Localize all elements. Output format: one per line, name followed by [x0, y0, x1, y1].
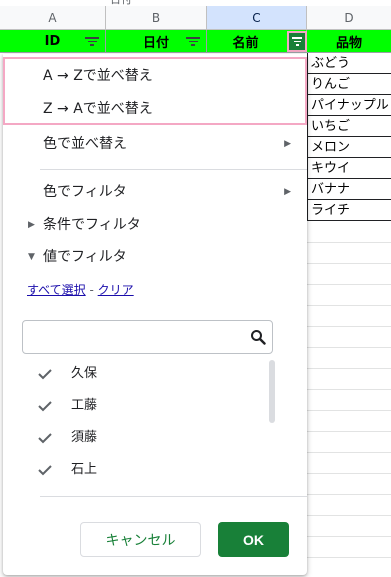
- grid-line: [307, 326, 391, 327]
- cancel-button[interactable]: キャンセル: [80, 522, 201, 557]
- column-header-d[interactable]: D: [307, 6, 391, 30]
- filter-by-color-label: 色でフィルタ: [43, 184, 127, 200]
- header-cell-id[interactable]: ID: [0, 30, 106, 53]
- active-filter-icon[interactable]: [287, 31, 307, 52]
- grid-line: [307, 389, 391, 390]
- grid-line: [307, 284, 391, 285]
- filter-menu: A → Zで並べ替え Z → Aで並べ替え 色で並べ替え ▶ 色でフィルタ ▶ …: [3, 54, 307, 575]
- expand-right-icon: ▶: [28, 220, 35, 230]
- grid-line: [307, 368, 391, 369]
- check-icon: [38, 369, 52, 380]
- filter-icon[interactable]: [186, 35, 200, 47]
- value-option-label: 工藤: [71, 398, 98, 413]
- filter-by-values-label: 値でフィルタ: [43, 249, 127, 265]
- grid-line: [307, 410, 391, 411]
- menu-divider: [40, 169, 307, 170]
- value-option[interactable]: 久保: [3, 358, 263, 390]
- cell-d[interactable]: いちご: [307, 116, 391, 137]
- select-links: すべて選択 - クリア: [27, 281, 134, 298]
- grid-line: [307, 536, 391, 537]
- sort-za-label: Z → Aで並べ替え: [43, 101, 153, 117]
- search-icon: [251, 330, 266, 345]
- check-icon: [38, 401, 52, 412]
- clear-link[interactable]: クリア: [98, 283, 134, 297]
- grid-line: [307, 452, 391, 453]
- select-all-link[interactable]: すべて選択: [27, 283, 86, 297]
- header-name-label: 名前: [232, 35, 259, 51]
- grid-line: [307, 494, 391, 495]
- column-header-b[interactable]: B: [106, 6, 207, 30]
- submenu-arrow-icon: ▶: [284, 187, 291, 197]
- sort-by-color-label: 色で並べ替え: [43, 136, 127, 152]
- grid-line: [307, 431, 391, 432]
- column-header-a[interactable]: A: [0, 6, 106, 30]
- grid-line: [307, 473, 391, 474]
- filter-by-condition-label: 条件でフィルタ: [43, 217, 141, 233]
- menu-divider: [40, 496, 307, 497]
- header-date-label: 日付: [142, 35, 169, 51]
- header-item-label: 品物: [335, 35, 362, 51]
- cell-d[interactable]: ライチ: [307, 200, 391, 221]
- grid-line: [307, 347, 391, 348]
- menu-item-filter-by-color[interactable]: 色でフィルタ ▶: [3, 176, 307, 208]
- cell-d[interactable]: ぶどう: [307, 53, 391, 74]
- menu-item-sort-za[interactable]: Z → Aで並べ替え: [3, 93, 307, 125]
- cell-d[interactable]: バナナ: [307, 179, 391, 200]
- submenu-arrow-icon: ▶: [284, 139, 291, 149]
- cell-d[interactable]: りんご: [307, 74, 391, 95]
- value-option[interactable]: 石上: [3, 454, 263, 486]
- check-icon: [38, 465, 52, 476]
- menu-item-sort-by-color[interactable]: 色で並べ替え ▶: [3, 128, 307, 160]
- cell-d[interactable]: メロン: [307, 137, 391, 158]
- value-option[interactable]: 工藤: [3, 390, 263, 422]
- value-option-label: 須藤: [71, 430, 98, 445]
- check-icon: [38, 433, 52, 444]
- menu-item-filter-by-values[interactable]: ▼ 値でフィルタ: [3, 241, 307, 273]
- values-scrollbar[interactable]: [269, 360, 275, 423]
- grid-line: [307, 557, 391, 558]
- value-option[interactable]: 須藤: [3, 422, 263, 454]
- grid-line: [307, 305, 391, 306]
- value-option-label: 石上: [71, 462, 98, 477]
- menu-item-sort-az[interactable]: A → Zで並べ替え: [3, 60, 307, 92]
- grid-line: [307, 263, 391, 264]
- cell-d[interactable]: キウイ: [307, 158, 391, 179]
- header-id-label: ID: [44, 33, 61, 49]
- menu-item-filter-by-condition[interactable]: ▶ 条件でフィルタ: [3, 209, 307, 241]
- value-option-label: 久保: [71, 366, 98, 381]
- grid-line: [307, 515, 391, 516]
- header-cell-date[interactable]: 日付: [106, 30, 207, 53]
- ok-button[interactable]: OK: [218, 522, 289, 557]
- sort-az-label: A → Zで並べ替え: [43, 68, 153, 84]
- cell-d[interactable]: パイナップル: [307, 95, 391, 116]
- filter-icon[interactable]: [85, 35, 99, 47]
- column-header-c[interactable]: C: [207, 6, 307, 30]
- header-cell-item[interactable]: 品物: [307, 30, 391, 53]
- grid-line: [307, 242, 391, 243]
- value-search-input[interactable]: [22, 320, 273, 354]
- link-separator: -: [85, 283, 98, 297]
- expand-down-icon: ▼: [28, 252, 35, 262]
